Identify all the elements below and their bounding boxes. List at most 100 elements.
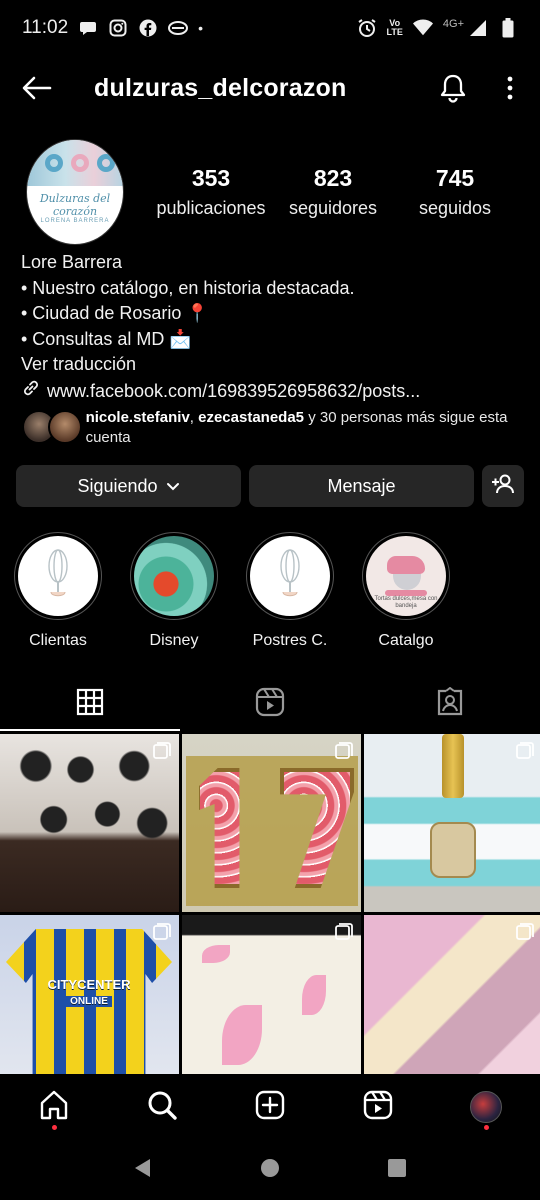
link-icon xyxy=(21,378,41,406)
food-app-icon xyxy=(168,18,189,38)
notification-dot xyxy=(483,1125,489,1130)
followed-by-text: nicole.stefaniv, ezecastaneda5 y 30 pers… xyxy=(86,408,522,448)
following-label: Siguiendo xyxy=(77,475,158,496)
profile-actions: Siguiendo Mensaje xyxy=(16,465,524,507)
message-label: Mensaje xyxy=(327,475,396,496)
following-button[interactable]: Siguiendo xyxy=(16,465,241,507)
post-thumbnail[interactable] xyxy=(0,734,179,912)
add-user-button[interactable] xyxy=(482,465,524,507)
profile-summary: Dulzuras del corazón LORENA BARRERA 353 … xyxy=(26,138,516,246)
profile-bio: Lore Barrera • Nuestro catálogo, en hist… xyxy=(21,250,521,405)
post-thumbnail[interactable] xyxy=(364,915,540,1074)
donut-decoration xyxy=(71,154,89,172)
more-vertical-icon[interactable] xyxy=(500,71,520,105)
stat-posts[interactable]: 353 publicaciones xyxy=(150,165,272,219)
donut-decoration xyxy=(97,154,115,172)
profile-avatar xyxy=(470,1091,502,1123)
tab-tagged[interactable] xyxy=(360,678,540,730)
bio-line: • Ciudad de Rosario 📍 xyxy=(21,303,209,323)
tab-posts-grid[interactable] xyxy=(0,678,180,730)
stat-followers[interactable]: 823 seguidores xyxy=(272,165,394,219)
volte-icon: Vo LTE xyxy=(386,18,403,37)
reels-icon xyxy=(255,687,285,722)
grid-icon xyxy=(76,688,104,721)
home-circle-icon[interactable] xyxy=(259,1157,281,1184)
highlight-label: Disney xyxy=(149,632,199,649)
nav-create[interactable] xyxy=(240,1082,300,1132)
carousel-icon xyxy=(335,923,353,940)
stat-value: 745 xyxy=(435,165,475,191)
highlight-catalogo[interactable]: Tortas dulces,mesa con bandeja Catalgo xyxy=(362,532,450,650)
petal-decoration xyxy=(222,1005,262,1065)
bell-icon[interactable] xyxy=(436,71,470,105)
profile-username: dulzuras_delcorazon xyxy=(94,73,347,102)
stat-label: seguidores xyxy=(288,198,378,218)
post-thumbnail[interactable] xyxy=(182,915,361,1074)
mermaid-image xyxy=(134,536,214,616)
follower-username[interactable]: ezecastaneda5 xyxy=(198,409,304,426)
post-thumbnail[interactable] xyxy=(182,734,361,912)
highlight-ring xyxy=(130,532,218,620)
highlight-disney[interactable]: Disney xyxy=(130,532,218,650)
chat-bubble-icon xyxy=(78,18,98,38)
signal-icon xyxy=(468,18,488,38)
battery-icon xyxy=(498,18,518,38)
stat-value: 353 xyxy=(191,165,231,191)
network-type: 4G+ xyxy=(442,18,464,30)
stat-label: publicaciones xyxy=(156,198,266,218)
stand-mixer-icon xyxy=(383,556,429,596)
message-button[interactable]: Mensaje xyxy=(249,465,474,507)
nav-home[interactable] xyxy=(24,1082,84,1132)
highlight-ring: Tortas dulces,mesa con bandeja xyxy=(362,532,450,620)
profile-header: dulzuras_delcorazon xyxy=(0,60,540,116)
create-icon xyxy=(254,1089,286,1126)
highlight-label: Postres C. xyxy=(252,632,328,649)
stat-label: seguidos xyxy=(418,198,492,218)
bio-website-link[interactable]: www.facebook.com/169839526958632/posts..… xyxy=(21,378,521,406)
nav-reels[interactable] xyxy=(348,1082,408,1132)
profile-stats: 353 publicaciones 823 seguidores 745 seg… xyxy=(150,165,516,219)
follower-username[interactable]: nicole.stefaniv xyxy=(86,409,190,426)
carousel-icon xyxy=(153,923,171,940)
highlight-clientas[interactable]: Clientas xyxy=(14,532,102,650)
recents-square-icon[interactable] xyxy=(386,1157,408,1184)
back-arrow-icon[interactable] xyxy=(20,71,54,105)
carousel-icon xyxy=(153,742,171,759)
stat-following[interactable]: 745 seguidos xyxy=(394,165,516,219)
whisk-icon xyxy=(18,536,98,616)
profile-avatar[interactable]: Dulzuras del corazón LORENA BARRERA xyxy=(26,139,124,245)
highlight-ring xyxy=(14,532,102,620)
avatar-brand-subtitle: LORENA BARRERA xyxy=(40,218,110,224)
sponsor-text: ONLINE xyxy=(66,996,112,1007)
reels-nav-icon xyxy=(362,1089,394,1126)
website-url: www.facebook.com/169839526958632/posts..… xyxy=(47,380,421,401)
see-translation-link[interactable]: Ver traducción xyxy=(21,352,521,378)
highlight-label: Clientas xyxy=(29,632,87,649)
highlight-postres[interactable]: Postres C. xyxy=(246,532,334,650)
afa-badge-decoration xyxy=(430,822,476,878)
avatar xyxy=(48,410,82,444)
trophy-decoration xyxy=(442,734,464,798)
facebook-icon xyxy=(138,18,158,38)
status-bar: 11:02 • Vo LTE 4G+ xyxy=(0,0,540,56)
carousel-icon xyxy=(335,742,353,759)
tagged-icon xyxy=(435,686,465,722)
catalog-caption: Tortas dulces,mesa con bandeja xyxy=(374,596,438,609)
highlight-ring xyxy=(246,532,334,620)
nav-profile[interactable] xyxy=(456,1082,516,1132)
nav-search[interactable] xyxy=(132,1082,192,1132)
carousel-icon xyxy=(516,742,534,759)
wifi-icon xyxy=(412,18,433,38)
profile-tabs xyxy=(0,678,540,732)
more-notifications-dot: • xyxy=(198,20,204,36)
sponsor-text: CITYCENTER xyxy=(47,977,131,992)
instagram-icon xyxy=(108,18,128,38)
carousel-icon xyxy=(516,923,534,940)
post-thumbnail[interactable]: CITYCENTER ONLINE xyxy=(0,915,179,1074)
avatar-brand-text: Dulzuras del corazón xyxy=(39,192,111,218)
post-thumbnail[interactable] xyxy=(364,734,540,912)
stat-value: 823 xyxy=(313,165,353,191)
back-triangle-icon[interactable] xyxy=(132,1157,154,1184)
followed-by[interactable]: nicole.stefaniv, ezecastaneda5 y 30 pers… xyxy=(22,408,522,448)
tab-reels[interactable] xyxy=(180,678,360,730)
